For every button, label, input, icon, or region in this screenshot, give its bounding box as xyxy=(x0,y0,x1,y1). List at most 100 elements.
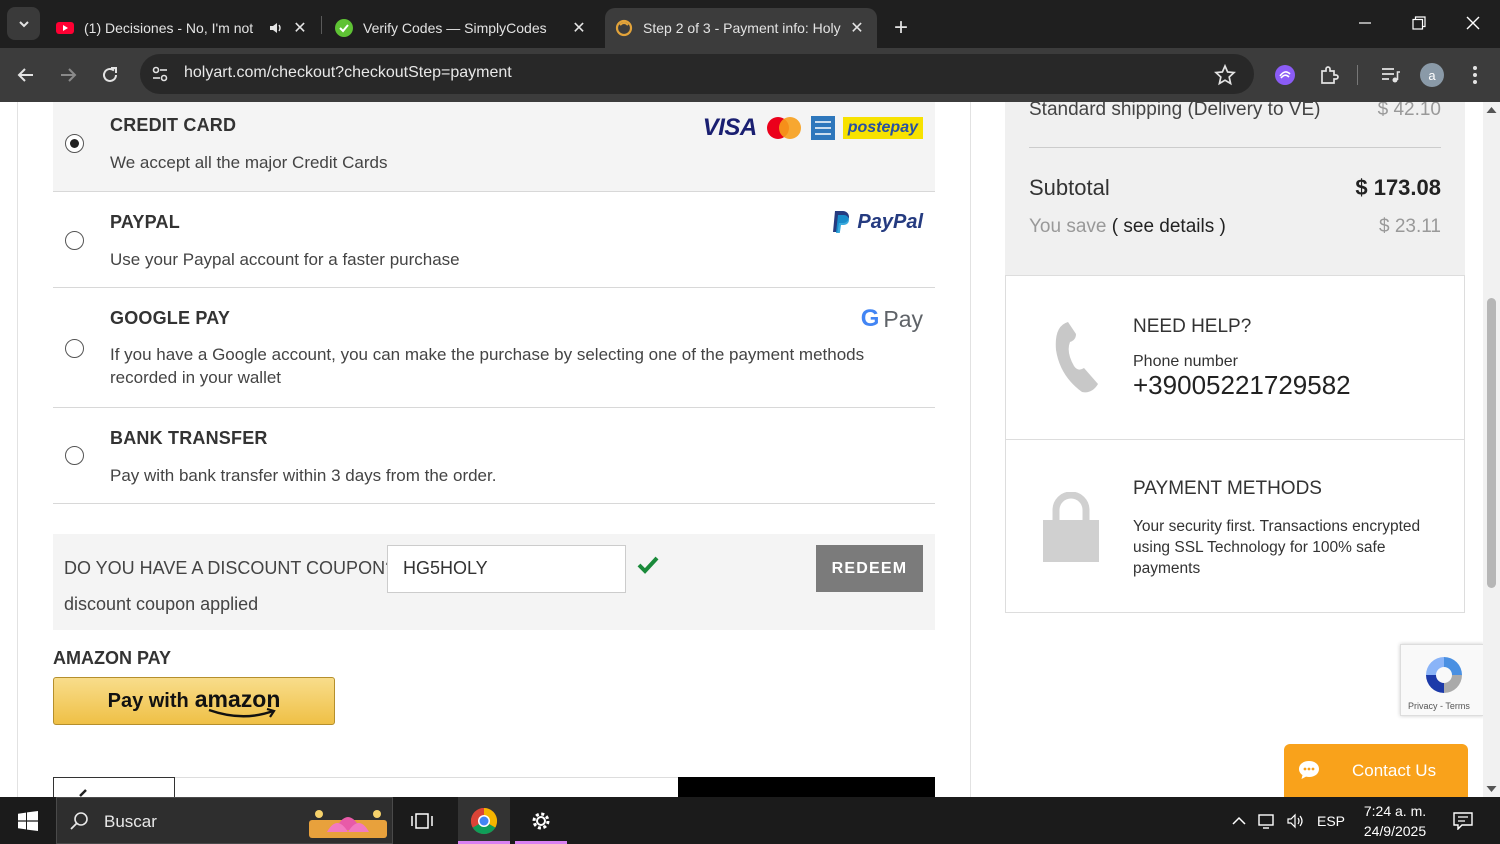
address-bar[interactable]: holyart.com/checkout?checkoutStep=paymen… xyxy=(140,54,1254,94)
recaptcha-links[interactable]: Privacy - Terms xyxy=(1408,701,1470,711)
input-language[interactable]: ESP xyxy=(1314,797,1348,844)
task-view-icon xyxy=(411,812,433,829)
clock-date: 24/9/2025 xyxy=(1363,823,1427,839)
close-tab-icon[interactable]: ✕ xyxy=(290,18,310,38)
payment-desc: Use your Paypal account for a faster pur… xyxy=(110,250,460,269)
browser-toolbar: holyart.com/checkout?checkoutStep=paymen… xyxy=(0,48,1500,102)
taskbar-search-box[interactable]: Buscar xyxy=(56,797,393,844)
volume-tray[interactable] xyxy=(1284,797,1308,844)
coupon-code-input[interactable]: HG5HOLY xyxy=(387,545,626,593)
close-tab-icon[interactable]: ✕ xyxy=(569,18,589,38)
coupon-status: discount coupon applied xyxy=(64,594,259,614)
notification-center[interactable] xyxy=(1446,797,1480,844)
forward-button[interactable] xyxy=(53,60,83,90)
phone-number[interactable]: +39005221729582 xyxy=(1133,370,1351,401)
site-settings-icon[interactable] xyxy=(150,64,170,84)
payment-option-credit-card[interactable]: CREDIT CARD We accept all the major Cred… xyxy=(53,102,935,192)
help-title: NEED HELP? xyxy=(1133,316,1252,337)
reload-icon xyxy=(103,67,117,82)
media-control-button[interactable] xyxy=(1375,60,1405,90)
payment-option-bank-transfer[interactable]: BANK TRANSFER Pay with bank transfer wit… xyxy=(53,408,935,504)
back-button[interactable] xyxy=(53,777,175,797)
tab-youtube[interactable]: (1) Decisiones - No, I'm not ✕ xyxy=(48,8,318,48)
radio-credit-card[interactable] xyxy=(65,134,84,153)
shipping-label: Standard shipping (Delivery to VE) xyxy=(1029,102,1321,120)
show-hidden-icons[interactable] xyxy=(1228,797,1250,844)
taskbar-chrome[interactable] xyxy=(458,797,510,844)
bookmark-star-icon[interactable] xyxy=(1214,64,1236,86)
contact-us-label: Contact Us xyxy=(1352,760,1437,780)
profile-avatar[interactable]: a xyxy=(1417,60,1447,90)
payment-title: BANK TRANSFER xyxy=(110,428,268,448)
help-panel: NEED HELP? Phone number +39005221729582 xyxy=(1005,275,1465,440)
padlock-icon xyxy=(1043,492,1099,562)
google-g-icon: G xyxy=(860,305,880,332)
task-view-button[interactable] xyxy=(396,797,448,844)
google-pay-logo: G Pay xyxy=(861,305,923,333)
payment-title: CREDIT CARD xyxy=(110,115,237,135)
scroll-down-icon[interactable] xyxy=(1486,785,1497,793)
tab-title: Verify Codes — SimplyCodes xyxy=(363,20,547,36)
browser-menu-button[interactable] xyxy=(1460,60,1490,90)
payment-methods-title: PAYMENT METHODS xyxy=(1133,478,1322,499)
extensions-button[interactable] xyxy=(1314,60,1344,90)
recaptcha-badge[interactable]: Privacy - Terms xyxy=(1400,644,1484,716)
restore-icon xyxy=(1412,16,1426,30)
continue-button[interactable] xyxy=(678,777,935,797)
checkmark-icon xyxy=(637,556,659,574)
radio-bank-transfer[interactable] xyxy=(65,446,84,465)
redeem-button[interactable]: REDEEM xyxy=(816,545,923,592)
holyart-icon xyxy=(615,19,633,37)
windows-logo-icon xyxy=(18,810,38,831)
phone-label: Phone number xyxy=(1133,353,1238,370)
close-window-button[interactable] xyxy=(1446,0,1500,46)
see-details-link[interactable]: ( see details ) xyxy=(1112,216,1226,237)
extension-purple-button[interactable] xyxy=(1270,60,1300,90)
contact-us-button[interactable]: Contact Us xyxy=(1284,744,1468,797)
scrollbar-thumb[interactable] xyxy=(1487,298,1496,588)
back-button[interactable] xyxy=(11,60,41,90)
order-summary: Standard shipping (Delivery to VE) $ 42.… xyxy=(1005,102,1465,276)
speaker-icon[interactable] xyxy=(268,20,284,36)
minimize-button[interactable] xyxy=(1338,0,1392,46)
reload-button[interactable] xyxy=(95,60,125,90)
coupon-question: DO YOU HAVE A DISCOUNT COUPON? xyxy=(64,558,396,578)
divider xyxy=(175,777,678,778)
pay-with-amazon-button[interactable]: Pay with amazon xyxy=(53,677,335,725)
new-tab-button[interactable]: + xyxy=(886,8,916,48)
page-scrollbar[interactable] xyxy=(1483,102,1500,797)
tab-title: (1) Decisiones - No, I'm not xyxy=(84,20,254,36)
taskbar-settings[interactable] xyxy=(515,797,567,844)
savings-label: You save xyxy=(1029,216,1107,237)
minimize-icon xyxy=(1359,22,1371,24)
payment-option-google-pay[interactable]: GOOGLE PAY If you have a Google account,… xyxy=(53,288,935,408)
card-logos: VISA postepay xyxy=(703,114,923,142)
system-clock[interactable]: 7:24 a. m. 24/9/2025 xyxy=(1352,801,1438,841)
payment-methods-desc: Your security first. Transactions encryp… xyxy=(1133,518,1421,577)
savings-value: $ 23.11 xyxy=(1379,216,1441,237)
payment-security-panel: PAYMENT METHODS Your security first. Tra… xyxy=(1005,439,1465,613)
chrome-icon xyxy=(470,807,498,834)
start-button[interactable] xyxy=(0,797,56,844)
payment-desc: We accept all the major Credit Cards xyxy=(110,153,388,172)
amazon-pay-title: AMAZON PAY xyxy=(53,648,172,668)
scroll-up-icon[interactable] xyxy=(1486,106,1497,114)
search-placeholder: Buscar xyxy=(104,812,157,831)
payment-option-paypal[interactable]: PAYPAL Use your Paypal account for a fas… xyxy=(53,192,935,288)
payment-title: PAYPAL xyxy=(110,212,180,232)
radio-google-pay[interactable] xyxy=(65,339,84,358)
arrow-right-icon xyxy=(61,68,77,82)
shipping-value: $ 42.10 xyxy=(1377,102,1441,120)
restore-button[interactable] xyxy=(1392,0,1446,46)
close-tab-icon[interactable]: ✕ xyxy=(847,18,867,38)
radio-paypal[interactable] xyxy=(65,231,84,250)
toolbar-separator xyxy=(1357,65,1358,85)
tab-search-button[interactable] xyxy=(7,7,40,40)
tab-holyart[interactable]: Step 2 of 3 - Payment info: Holy ✕ xyxy=(605,8,877,48)
tab-simplycodes[interactable]: Verify Codes — SimplyCodes ✕ xyxy=(327,8,597,48)
coupon-panel: DO YOU HAVE A DISCOUNT COUPON? HG5HOLY R… xyxy=(53,534,935,630)
network-tray[interactable] xyxy=(1256,797,1280,844)
url-text: holyart.com/checkout?checkoutStep=paymen… xyxy=(184,64,512,81)
savings-row: You save ( see details ) xyxy=(1029,216,1226,238)
visa-logo: VISA xyxy=(702,114,758,141)
